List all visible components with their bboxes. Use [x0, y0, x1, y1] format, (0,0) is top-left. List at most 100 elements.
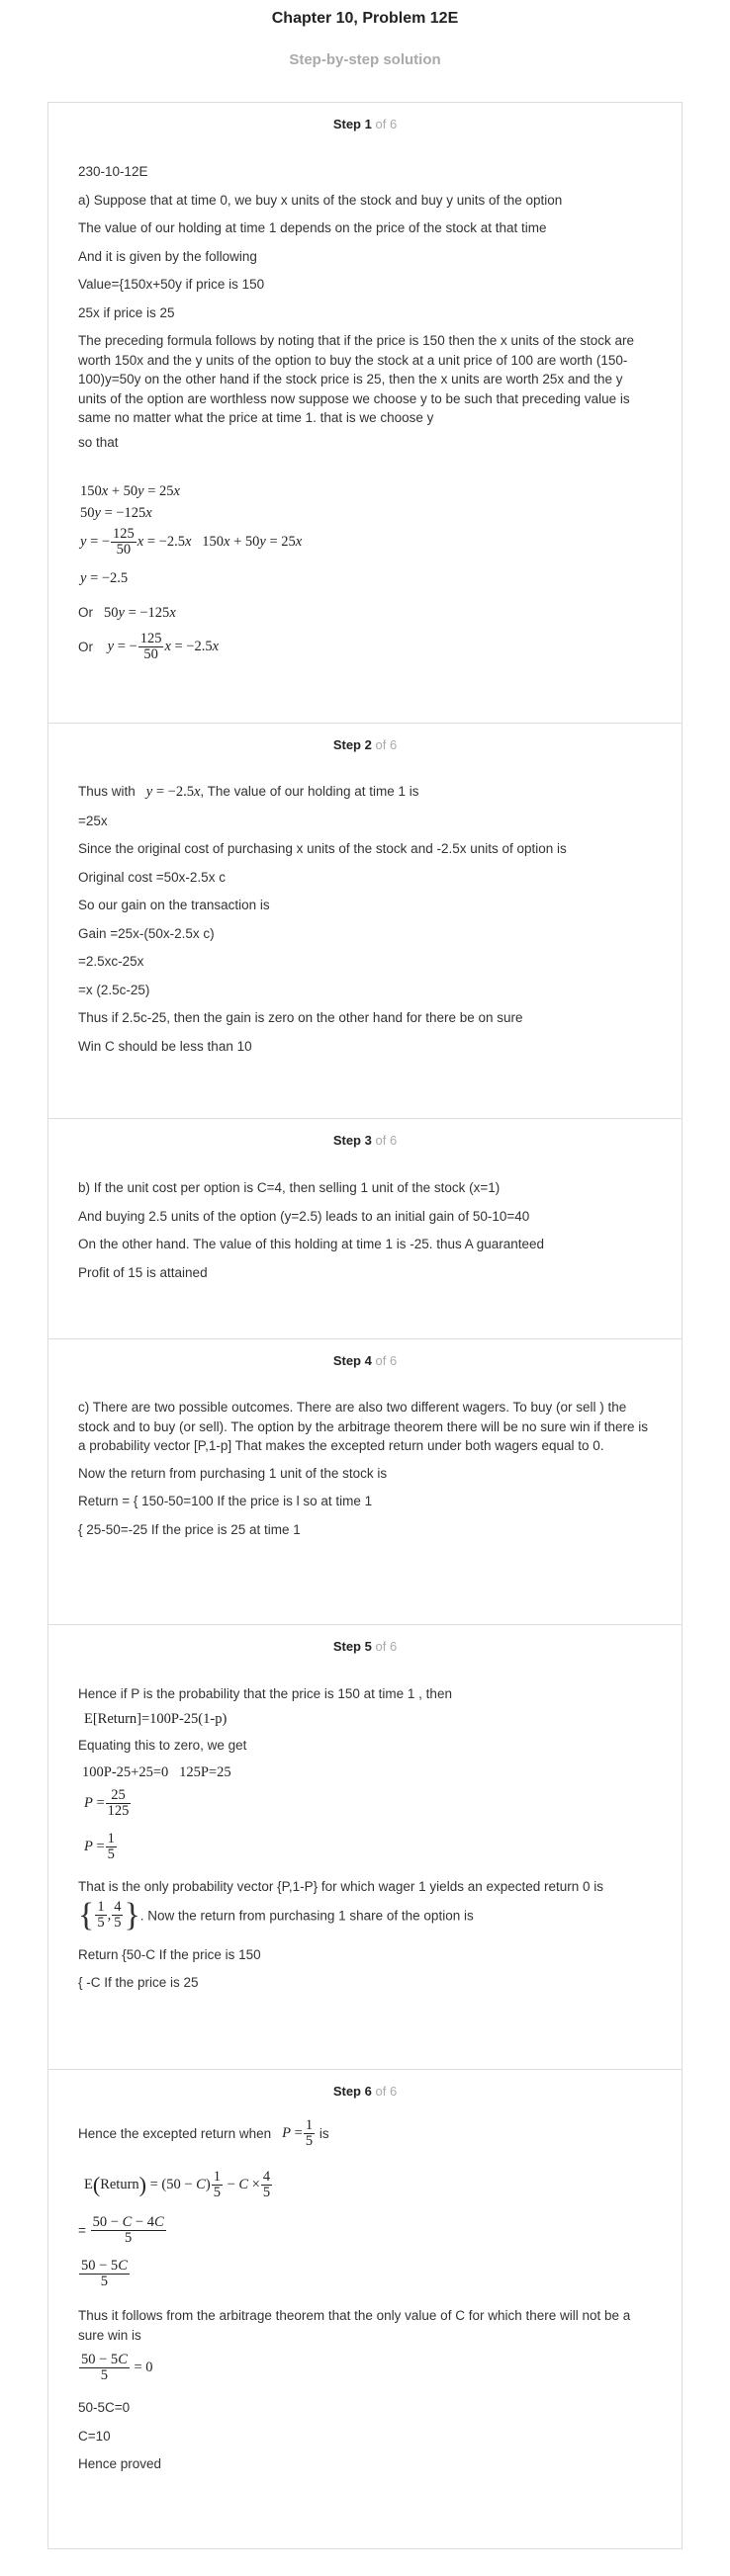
step-header: Step 6 of 6 [48, 2084, 682, 2099]
text-line: Gain =25x-(50x-2.5x c) [78, 925, 215, 941]
page-subtitle: Step-by-step solution [289, 51, 441, 68]
equation: 50y = −125x [96, 605, 176, 621]
equation: 50y = −125x [80, 505, 152, 521]
equation-block: 150x + 50y = 25x 50y = −125x y = −125 50 x… [80, 483, 476, 592]
text-line: Or [78, 605, 93, 620]
text-line: a) Suppose that at time 0, we buy x unit… [78, 192, 563, 208]
equation: y = − [107, 639, 137, 654]
text-line: 50-5C=0 [78, 2400, 131, 2415]
text-line: Hence proved [78, 2456, 162, 2471]
text-line: Profit of 15 is attained [78, 1264, 208, 1280]
step-body: c) There are two possible outcomes. Ther… [48, 1398, 682, 1539]
text-line: so that [78, 434, 119, 450]
step-body: Thus with y = −2.5x, The value of our ho… [48, 782, 682, 1056]
text-line: { 25-50=-25 If the price is 25 at time 1 [78, 1521, 301, 1537]
step-card-1: Step 1 of 6 230-10-12E a) Suppose that a… [47, 102, 683, 723]
step-card-6: Step 6 of 6 Hence the excepted return wh… [47, 2069, 683, 2549]
step-header: Step 1 of 6 [48, 117, 682, 131]
text-line: c) There are two possible outcomes. Ther… [78, 1400, 649, 1453]
step-label: Step [332, 1639, 361, 1654]
text-line: b) If the unit cost per option is C=4, t… [78, 1180, 501, 1195]
text-line: 230-10-12E [78, 164, 148, 179]
text-line: =x (2.5c-25) [78, 982, 150, 997]
text-line: Return {50-C If the price is 150 [78, 1946, 261, 1962]
text-line: C=10 [78, 2428, 111, 2444]
equation: E[Return]=100P-25(1-p) [84, 1710, 228, 1727]
text-line: = [78, 2223, 86, 2238]
text-line: Return = { 150-50=100 If the price is l … [78, 1494, 373, 1508]
text-line: Now the return from purchasing 1 unit of… [78, 1465, 388, 1481]
text-line: 25x if price is 25 [78, 304, 175, 320]
text-line: The value of our holding at time 1 depen… [78, 220, 547, 235]
text-line: That is the only probability vector {P,1… [78, 1879, 604, 1894]
step-card-4: Step 4 of 6 c) There are two possible ou… [47, 1338, 683, 1624]
probability-vector-line: {1 5, 4 5}. Now the return from purchasing … [78, 1896, 474, 1933]
text-line: Since the original cost of purchasing x … [78, 841, 567, 856]
step-number: 5 [364, 1639, 372, 1654]
text-line: So our gain on the transaction is [78, 898, 270, 912]
equation: = 50 − C − 4C 5 [78, 2215, 652, 2253]
text-line: Value={150x+50y if price is 150 [78, 277, 265, 292]
fraction: 50 − C − 4C 5 [90, 2214, 166, 2246]
step-of: of 6 [375, 737, 398, 752]
equation: E(Return) = (50 − C) 1 5 − C × 4 5 [84, 2169, 273, 2200]
step-of: of 6 [375, 1639, 398, 1654]
text-line: Thus if 2.5c-25, then the gain is zero o… [78, 1010, 523, 1025]
equation: 150x + 50y = 25x [80, 483, 180, 499]
step-body: Hence the excepted return when P = 1 5 is … [48, 2118, 682, 2474]
step-label: Step [332, 2084, 361, 2099]
step-number: 4 [364, 1353, 372, 1368]
text-line: Or [78, 640, 93, 654]
step-label: Step [332, 737, 361, 752]
text-line: Original cost =50x-2.5x c [78, 869, 226, 885]
text-line: Hence if P is the probability that the p… [78, 1686, 452, 1701]
step-number: 6 [364, 2084, 372, 2099]
equation: 100P-25+25=0 125P=25 [82, 1763, 231, 1780]
text-line: Hence the excepted return when [78, 2126, 272, 2141]
text-line: Thus with [78, 784, 136, 799]
text-line: is [319, 2126, 329, 2141]
text-line: { -C If the price is 25 [78, 1975, 199, 1990]
text-line: On the other hand. The value of this hol… [78, 1237, 545, 1251]
brace: { [78, 1896, 95, 1933]
step-header: Step 4 of 6 [48, 1353, 682, 1368]
fraction: 15 [303, 2117, 316, 2149]
step-label: Step [332, 117, 361, 131]
step-of: of 6 [375, 2084, 398, 2099]
equation: y = −2.5 [80, 570, 129, 586]
step-body: b) If the unit cost per option is C=4, t… [48, 1178, 682, 1282]
page-title: Chapter 10, Problem 12E [271, 10, 459, 27]
step-number: 1 [364, 117, 372, 131]
step-body: 230-10-12E a) Suppose that at time 0, we… [48, 162, 682, 452]
text-line: . Now the return from purchasing 1 share… [139, 1908, 474, 1923]
brace: } [124, 1896, 140, 1933]
fraction: 15 [95, 1899, 107, 1931]
text-line: =25x [78, 813, 108, 828]
step-header: Step 2 of 6 [48, 737, 682, 752]
step-label: Step [332, 1353, 361, 1368]
text-line-group: Thus with y = −2.5x, The value of our ho… [78, 782, 652, 803]
step-header: Step 5 of 6 [48, 1639, 682, 1654]
text-line: =2.5xc-25x [78, 954, 144, 969]
step-number: 3 [364, 1133, 372, 1148]
text-line: And buying 2.5 units of the option (y=2.… [78, 1208, 530, 1224]
step-of: of 6 [375, 1133, 398, 1148]
text-line: Equating this to zero, we get [78, 1738, 247, 1753]
step-body: Hence if P is the probability that the p… [48, 1684, 682, 1993]
text-line: And it is given by the following [78, 248, 257, 264]
equation: y = −125 50 x = −2.5x 150x + 50y = 25x [80, 526, 303, 558]
text-line: Thus it follows from the arbitrage theor… [78, 2308, 631, 2343]
equation: 50 − 5C 5 [79, 2258, 130, 2289]
text-line-group: Hence the excepted return when P = 1 5 is [78, 2117, 329, 2149]
equation: P = 1 5 [84, 1831, 117, 1862]
step-card-2: Step 2 of 6 Thus with y = −2.5x, The val… [47, 723, 683, 1118]
or-line: Or y = −125 50 x = −2.5x [78, 631, 220, 662]
equation: P = 25 125 [84, 1787, 132, 1819]
equation: y = −2.5x [145, 784, 201, 800]
step-number: 2 [364, 737, 372, 752]
or-line: Or 50y = −125x [78, 605, 176, 622]
fraction: 125 50 [137, 631, 164, 662]
text-line: The preceding formula follows by noting … [78, 333, 635, 425]
step-card-5: Step 5 of 6 Hence if P is the probabilit… [47, 1624, 683, 2069]
step-of: of 6 [375, 117, 398, 131]
